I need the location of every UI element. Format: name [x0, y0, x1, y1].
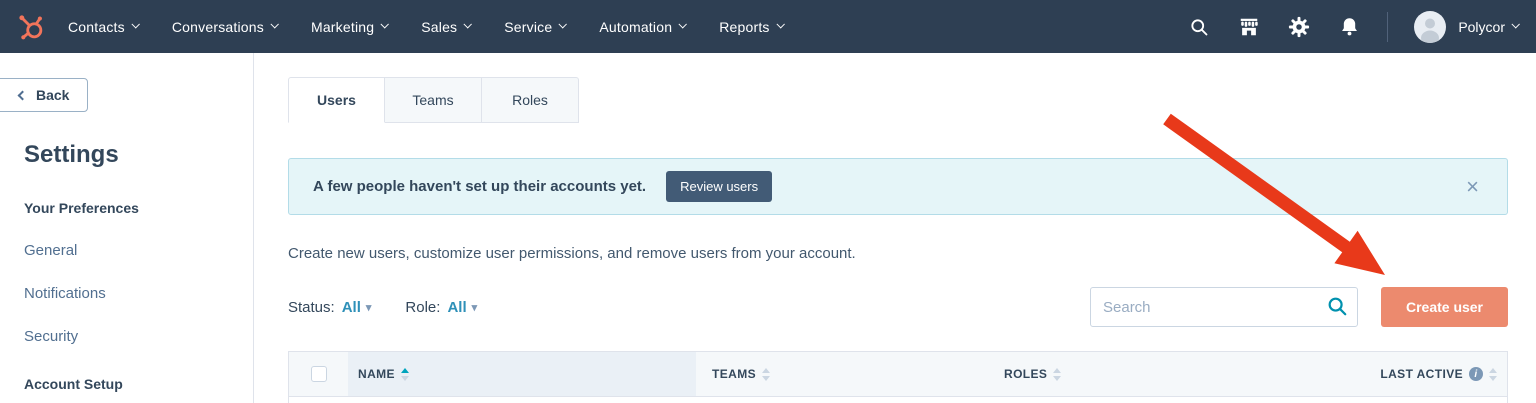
page-title: Settings	[24, 141, 119, 168]
chevron-down-icon	[678, 20, 688, 29]
tab-teams[interactable]: Teams	[385, 77, 482, 123]
nav-item-reports[interactable]: Reports	[719, 18, 785, 35]
banner-message: A few people haven't set up their accoun…	[313, 178, 647, 195]
nav-item-sales[interactable]: Sales	[421, 18, 473, 35]
chevron-down-icon	[131, 20, 140, 29]
account-name-label: Polycor	[1458, 18, 1505, 35]
notifications-bell-icon[interactable]	[1337, 15, 1361, 39]
back-button-label: Back	[36, 87, 70, 103]
status-filter-value: All	[341, 298, 361, 316]
column-header-label: ROLES	[1004, 367, 1048, 381]
sort-arrows-icon	[400, 367, 409, 381]
users-table: NAME TEAMS ROLES LAST ACTIVE i	[288, 351, 1508, 403]
role-filter-value: All	[447, 298, 467, 316]
sidebar-section-account-setup: Account Setup	[24, 376, 123, 392]
caret-down-icon: ▾	[365, 301, 372, 314]
status-filter: Status: All ▾	[288, 299, 371, 316]
column-header-label: LAST ACTIVE	[1380, 367, 1463, 381]
sidebar-item-notifications[interactable]: Notifications	[24, 285, 253, 302]
role-filter-dropdown[interactable]: All ▾	[447, 299, 477, 316]
role-filter: Role: All ▾	[405, 299, 477, 316]
tab-roles[interactable]: Roles	[482, 77, 579, 123]
sidebar-section-your-preferences: Your Preferences	[24, 200, 139, 216]
sort-arrows-icon	[762, 367, 770, 381]
nav-menu: Contacts Conversations Marketing Sales S…	[68, 18, 785, 35]
status-filter-label: Status:	[288, 298, 335, 316]
info-icon: i	[1469, 367, 1483, 381]
nav-item-contacts[interactable]: Contacts	[68, 18, 140, 35]
nav-item-label: Reports	[719, 18, 770, 35]
search-icon[interactable]	[1187, 15, 1211, 39]
back-button[interactable]: Back	[0, 78, 89, 112]
chevron-down-icon	[558, 20, 568, 29]
close-icon[interactable]: ×	[1466, 175, 1483, 198]
tab-bar: Users Teams Roles	[288, 77, 1508, 123]
nav-divider	[1387, 11, 1389, 42]
avatar	[1414, 10, 1447, 43]
nav-item-label: Service	[504, 18, 553, 35]
account-menu[interactable]: Polycor	[1414, 10, 1520, 43]
column-header-label: TEAMS	[712, 367, 756, 381]
nav-item-service[interactable]: Service	[504, 18, 568, 35]
marketplace-icon[interactable]	[1237, 15, 1261, 39]
settings-sidebar: Back Settings Your Preferences General N…	[0, 53, 254, 403]
search-icon[interactable]	[1326, 295, 1348, 322]
review-users-button[interactable]: Review users	[666, 171, 773, 202]
chevron-down-icon	[270, 20, 279, 29]
chevron-down-icon	[776, 20, 785, 29]
sort-arrows-icon	[1053, 367, 1062, 381]
sort-arrows-icon	[1489, 367, 1497, 381]
nav-item-conversations[interactable]: Conversations	[171, 18, 279, 35]
nav-item-label: Marketing	[310, 18, 375, 35]
nav-item-marketing[interactable]: Marketing	[310, 18, 390, 35]
settings-gear-icon[interactable]	[1287, 15, 1311, 39]
select-all-checkbox[interactable]	[310, 366, 327, 382]
column-header-label: NAME	[358, 367, 395, 381]
hubspot-settings-page: Contacts Conversations Marketing Sales S…	[0, 0, 1536, 403]
chevron-down-icon	[1511, 20, 1520, 29]
nav-utilities: Polycor	[1187, 10, 1520, 43]
sidebar-item-security[interactable]: Security	[24, 328, 253, 345]
chevron-left-icon	[17, 90, 28, 100]
column-header-name[interactable]: NAME	[348, 352, 696, 396]
hubspot-logo-icon[interactable]	[14, 10, 48, 44]
nav-item-label: Sales	[421, 18, 458, 35]
alert-banner: A few people haven't set up their accoun…	[288, 158, 1508, 215]
select-all-cell	[289, 352, 348, 396]
tab-users[interactable]: Users	[288, 77, 385, 123]
nav-item-automation[interactable]: Automation	[599, 18, 688, 35]
chevron-down-icon	[463, 20, 473, 29]
nav-item-label: Automation	[599, 18, 673, 35]
column-header-last-active[interactable]: LAST ACTIVE i	[1257, 352, 1507, 396]
table-body-empty-row	[289, 397, 1507, 403]
column-header-teams[interactable]: TEAMS	[696, 352, 988, 396]
role-filter-label: Role:	[405, 298, 441, 316]
sidebar-item-general[interactable]: General	[24, 242, 253, 259]
top-navigation-bar: Contacts Conversations Marketing Sales S…	[0, 0, 1536, 53]
nav-item-label: Contacts	[68, 18, 125, 35]
nav-item-label: Conversations	[171, 18, 264, 35]
caret-down-icon: ▾	[471, 301, 478, 314]
search-input[interactable]	[1090, 287, 1358, 327]
create-user-button[interactable]: Create user	[1381, 287, 1508, 327]
page-description: Create new users, customize user permiss…	[288, 245, 856, 262]
users-table-header: NAME TEAMS ROLES LAST ACTIVE i	[289, 352, 1507, 397]
chevron-down-icon	[380, 20, 390, 29]
users-settings-main: Users Teams Roles A few people haven't s…	[254, 53, 1536, 403]
controls-row: Status: All ▾ Role: All ▾ Search Create …	[288, 287, 1508, 327]
column-header-roles[interactable]: ROLES	[988, 352, 1257, 396]
status-filter-dropdown[interactable]: All ▾	[342, 299, 372, 316]
search-field-wrap	[1090, 287, 1358, 327]
